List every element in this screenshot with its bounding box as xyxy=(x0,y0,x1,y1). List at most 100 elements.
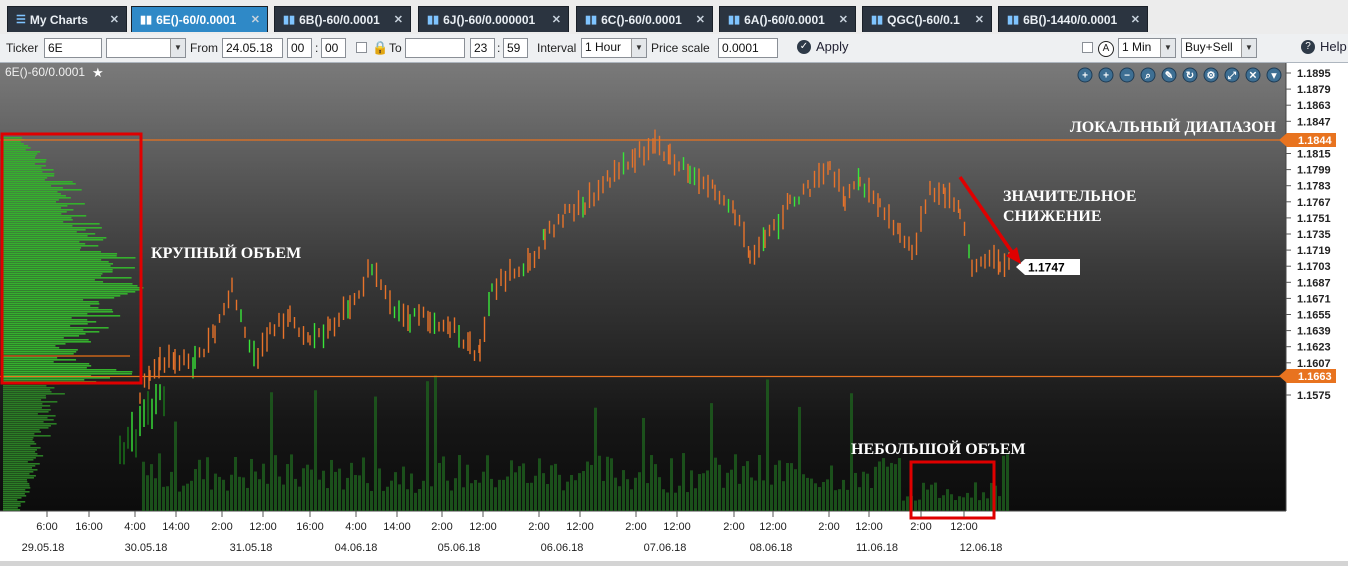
volume-bar xyxy=(330,459,333,511)
volume-bar xyxy=(830,465,833,511)
volume-bar xyxy=(838,489,841,511)
volume-bar xyxy=(210,489,213,511)
time-label: 2:00 xyxy=(528,521,549,533)
volume-bar xyxy=(434,375,437,511)
chevron-down-icon: ▼ xyxy=(1241,39,1256,57)
expand-icon[interactable]: ⤢ xyxy=(1224,67,1240,83)
volume-bar xyxy=(714,457,717,511)
ticker-select[interactable]: ▼ xyxy=(106,38,186,58)
time-label: 14:00 xyxy=(162,521,190,533)
profile-bar xyxy=(3,185,52,187)
volume-bar xyxy=(798,406,801,511)
timeframe-select[interactable]: 1 Min ▼ xyxy=(1118,38,1176,58)
close-icon[interactable]: ✕ xyxy=(251,13,260,26)
volume-bar xyxy=(722,487,725,511)
from-date-input[interactable] xyxy=(222,38,283,58)
profile-bar xyxy=(3,289,141,291)
profile-bar xyxy=(3,489,26,491)
profile-bar xyxy=(3,439,33,441)
lock-icon[interactable]: 🔒 xyxy=(372,40,388,56)
profile-bar xyxy=(3,247,82,249)
refresh-icon[interactable]: ↻ xyxy=(1182,67,1198,83)
profile-bar xyxy=(3,397,47,399)
close-icon[interactable]: ✕ xyxy=(696,13,705,26)
auto-checkbox[interactable] xyxy=(1082,42,1093,53)
gear-icon[interactable]: ⚙ xyxy=(1203,67,1219,83)
volume-bar xyxy=(462,487,465,511)
to-date-input[interactable] xyxy=(405,38,465,58)
volume-bar xyxy=(942,495,945,511)
volume-bar xyxy=(350,462,353,511)
close-icon[interactable]: ✕ xyxy=(1245,67,1261,83)
profile-bar xyxy=(3,195,66,197)
profile-bar xyxy=(3,423,57,425)
tab-6e-60[interactable]: ▮▮ 6E()-60/0.0001 ✕ xyxy=(131,6,268,32)
apply-label: Apply xyxy=(816,39,849,54)
profile-bar xyxy=(3,431,42,433)
favorite-star-icon[interactable]: ★ xyxy=(92,65,104,80)
tab-6j-60[interactable]: ▮▮ 6J()-60/0.000001 ✕ xyxy=(418,6,569,32)
svg-text:✎: ✎ xyxy=(1165,71,1173,82)
profile-bar xyxy=(3,157,36,159)
close-icon[interactable]: ✕ xyxy=(394,13,403,26)
help-button[interactable]: ? Help xyxy=(1301,39,1347,54)
profile-bar xyxy=(3,335,80,337)
volume-bar xyxy=(430,486,433,511)
tab-qgc-60[interactable]: ▮▮ QGC()-60/0.1 ✕ xyxy=(862,6,992,32)
profile-bar xyxy=(3,225,73,227)
from-minute-input[interactable] xyxy=(321,38,346,58)
pencil-icon[interactable]: ✎ xyxy=(1161,67,1177,83)
search-icon[interactable]: ⌕ xyxy=(1140,67,1156,83)
profile-bar xyxy=(3,329,84,331)
to-checkbox[interactable] xyxy=(356,42,367,53)
chevron-down-icon[interactable]: ▾ xyxy=(1266,67,1282,83)
auto-scale-icon[interactable]: A xyxy=(1098,40,1119,57)
help-icon: ? xyxy=(1301,39,1315,54)
price-label: 1.1671 xyxy=(1297,293,1331,305)
chart-icon: ▮▮ xyxy=(1007,14,1020,26)
profile-bar xyxy=(3,417,48,419)
interval-value: 1 Hour xyxy=(585,40,622,54)
ticker-input[interactable] xyxy=(44,38,102,58)
tab-6c-60[interactable]: ▮▮ 6C()-60/0.0001 ✕ xyxy=(576,6,713,32)
apply-button[interactable]: ✓ Apply xyxy=(797,39,849,54)
profile-bar xyxy=(3,309,113,311)
volume-bar xyxy=(874,466,877,511)
zoom-area-icon[interactable]: + xyxy=(1098,67,1114,83)
volume-bar xyxy=(694,488,697,511)
price-chart[interactable]: 6E()-60/0.0001 ★ + + − ⌕ ✎ ↻ ⚙ ⤢ ✕ ▾ 1.1895 1.1879… xyxy=(0,63,1348,561)
volume-bar xyxy=(938,497,941,511)
time-label: 2:00 xyxy=(910,521,931,533)
tab-6b-1440[interactable]: ▮▮ 6B()-1440/0.0001 ✕ xyxy=(998,6,1148,32)
close-icon[interactable]: ✕ xyxy=(1131,13,1140,26)
zoom-in-icon[interactable]: + xyxy=(1077,67,1093,83)
volume-bar xyxy=(198,459,201,511)
close-icon[interactable]: ✕ xyxy=(552,13,561,26)
tab-6b-60[interactable]: ▮▮ 6B()-60/0.0001 ✕ xyxy=(274,6,411,32)
from-hour-input[interactable] xyxy=(287,38,312,58)
volume-bar xyxy=(706,470,709,511)
date-label: 29.05.18 xyxy=(22,542,65,554)
to-hour-input[interactable] xyxy=(470,38,495,58)
price-scale-input[interactable] xyxy=(718,38,778,58)
profile-bar xyxy=(3,389,51,391)
close-icon[interactable]: ✕ xyxy=(975,13,984,26)
annotation-range: ЛОКАЛЬНЫЙ ДИАПАЗОН xyxy=(1070,117,1277,136)
close-icon[interactable]: ✕ xyxy=(839,13,848,26)
price-label: 1.1607 xyxy=(1297,358,1331,370)
close-icon[interactable]: ✕ xyxy=(110,13,119,26)
profile-bar xyxy=(3,261,109,263)
volume-bar xyxy=(178,491,181,511)
tab-my-charts[interactable]: ☰ My Charts ✕ xyxy=(7,6,127,32)
profile-bar xyxy=(3,191,58,193)
price-label: 1.1575 xyxy=(1297,390,1331,402)
marker-high-label: 1.1844 xyxy=(1298,135,1333,147)
profile-bar xyxy=(3,465,36,467)
chart-area[interactable]: 6E()-60/0.0001 ★ + + − ⌕ ✎ ↻ ⚙ ⤢ ✕ ▾ 1.1895 1.1879… xyxy=(0,63,1348,561)
interval-select[interactable]: 1 Hour ▼ xyxy=(581,38,647,58)
tab-6a-60[interactable]: ▮▮ 6A()-60/0.0001 ✕ xyxy=(719,6,856,32)
volume-bar xyxy=(598,455,601,511)
side-select[interactable]: Buy+Sell ▼ xyxy=(1181,38,1257,58)
zoom-out-icon[interactable]: − xyxy=(1119,67,1135,83)
to-minute-input[interactable] xyxy=(503,38,528,58)
